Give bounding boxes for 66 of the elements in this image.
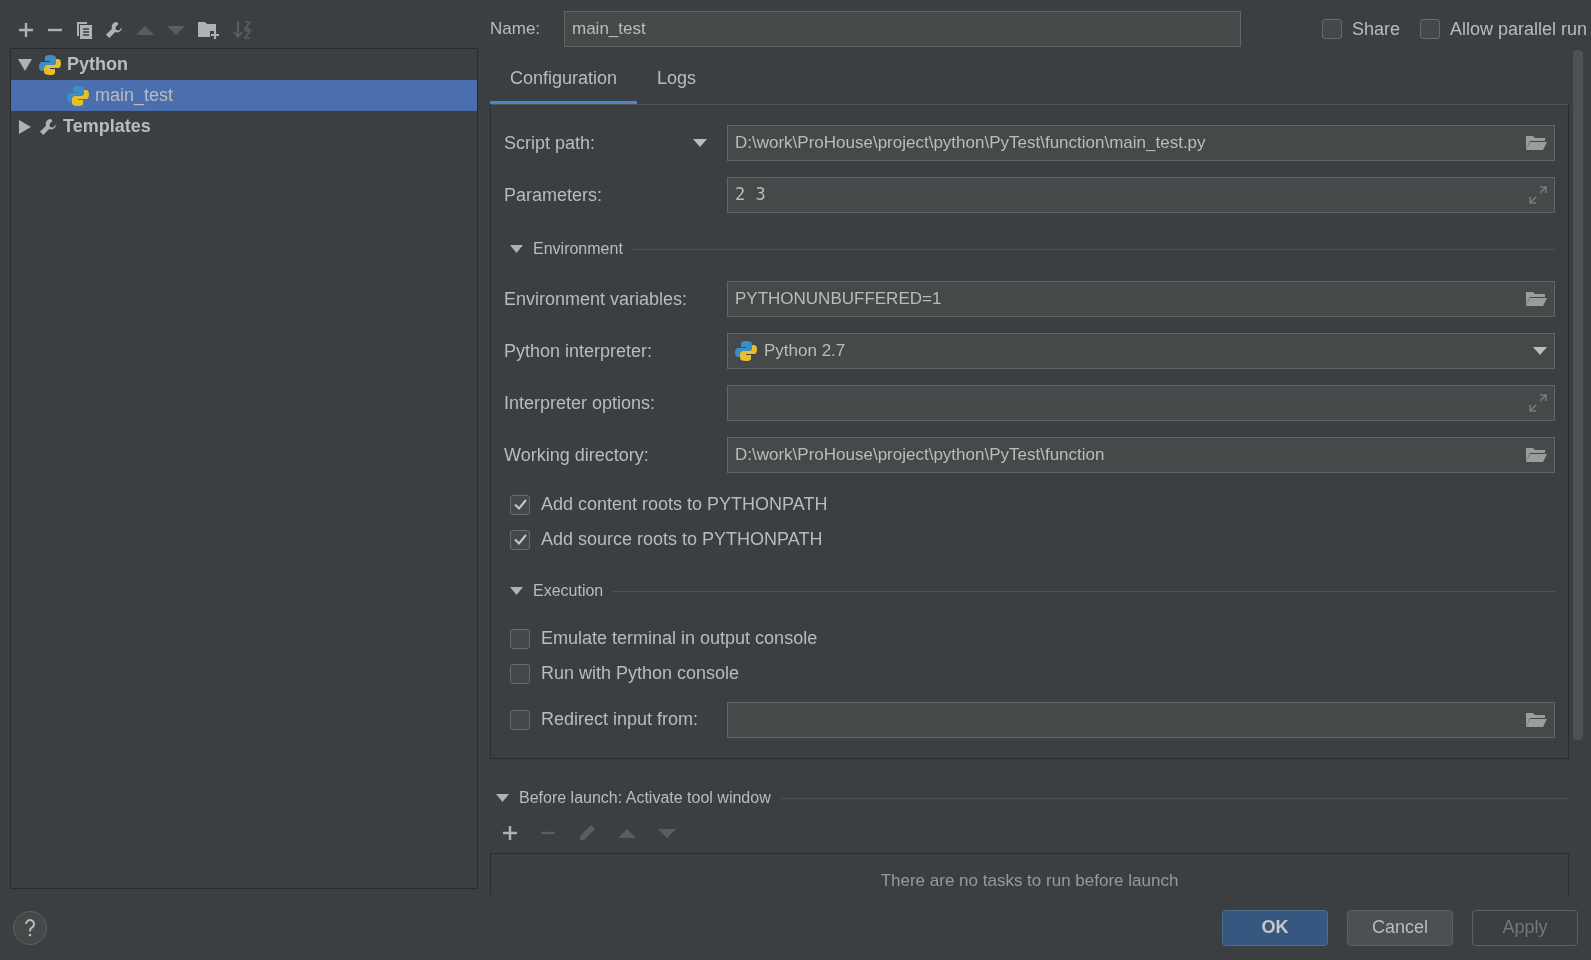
option-label[interactable]: Share bbox=[1351, 15, 1400, 43]
checkmark-icon bbox=[513, 534, 527, 545]
minus-icon[interactable] bbox=[47, 28, 63, 32]
input-field[interactable]: 2 3 bbox=[727, 177, 1555, 213]
python-icon bbox=[735, 340, 757, 362]
dropdown-arrow-icon[interactable] bbox=[1533, 347, 1547, 355]
folder-icon[interactable] bbox=[1525, 291, 1547, 307]
tree-item[interactable]: Templates bbox=[11, 111, 477, 142]
checkbox-label[interactable]: Add source roots to PYTHONPATH bbox=[541, 526, 823, 553]
checkbox-label[interactable]: Run with Python console bbox=[541, 660, 740, 687]
checkbox[interactable] bbox=[510, 663, 530, 684]
expand-icon[interactable] bbox=[1529, 394, 1547, 412]
checkbox[interactable] bbox=[510, 494, 530, 515]
checkbox[interactable] bbox=[1419, 19, 1440, 39]
input-field[interactable]: D:\work\ProHouse\project\python\PyTest\function bbox=[727, 437, 1555, 473]
expand-arrow-icon[interactable] bbox=[496, 794, 509, 802]
name-label: Name: bbox=[490, 18, 542, 41]
checkbox[interactable] bbox=[510, 709, 530, 730]
dropdown-arrow-icon[interactable] bbox=[693, 139, 707, 147]
tab[interactable]: Configuration bbox=[490, 56, 638, 104]
expand-arrow-icon[interactable] bbox=[510, 587, 523, 595]
question-mark-icon bbox=[24, 918, 36, 937]
empty-message: There are no tasks to run before launch bbox=[880, 869, 1179, 892]
tree-item[interactable]: Python bbox=[11, 49, 477, 80]
input-field[interactable]: D:\work\ProHouse\project\python\PyTest\function\main_test.py bbox=[727, 125, 1555, 161]
folder-plus-icon[interactable] bbox=[198, 21, 220, 39]
checkmark-icon bbox=[513, 499, 527, 510]
checkbox-label[interactable]: Emulate terminal in output console bbox=[541, 625, 818, 652]
input-field[interactable]: PYTHONUNBUFFERED=1 bbox=[727, 281, 1555, 317]
wrench-icon[interactable] bbox=[39, 117, 57, 136]
python-icon bbox=[67, 84, 89, 107]
field-label: Script path: bbox=[504, 131, 596, 155]
wrench-icon[interactable] bbox=[105, 21, 123, 39]
input-field[interactable] bbox=[727, 385, 1555, 421]
dialog-button[interactable]: OK bbox=[1222, 909, 1328, 946]
folder-icon[interactable] bbox=[1525, 711, 1547, 728]
dialog-button[interactable]: Cancel bbox=[1347, 909, 1453, 946]
checkbox[interactable] bbox=[510, 529, 530, 550]
folder-icon[interactable] bbox=[1525, 447, 1547, 463]
option-label[interactable]: Allow parallel run bbox=[1449, 15, 1587, 43]
field-label: Parameters: bbox=[504, 183, 603, 207]
checkbox-label[interactable]: Add content roots to PYTHONPATH bbox=[541, 491, 828, 518]
field-label: Environment variables: bbox=[504, 287, 688, 311]
expand-arrow-icon[interactable] bbox=[510, 245, 523, 253]
copy-icon[interactable] bbox=[76, 21, 92, 39]
folder-icon[interactable] bbox=[1525, 135, 1547, 151]
plus-icon[interactable] bbox=[502, 825, 518, 841]
input-field[interactable] bbox=[727, 701, 1555, 738]
dropdown-field[interactable]: Python 2.7 bbox=[727, 333, 1555, 369]
field-label: Interpreter options: bbox=[504, 391, 656, 415]
checkbox[interactable] bbox=[1321, 19, 1342, 39]
field-label: Working directory: bbox=[504, 443, 649, 467]
name-field[interactable]: main_test bbox=[564, 11, 1241, 47]
section-title: Before launch: Activate tool window bbox=[519, 788, 771, 808]
help-button[interactable] bbox=[13, 910, 47, 945]
checkbox-label[interactable]: Redirect input from: bbox=[541, 706, 699, 733]
python-icon bbox=[39, 53, 61, 76]
checkbox[interactable] bbox=[510, 628, 530, 649]
tab[interactable]: Logs bbox=[637, 56, 717, 104]
collapse-arrow-icon[interactable] bbox=[19, 119, 31, 134]
plus-icon[interactable] bbox=[18, 22, 34, 38]
field-label: Python interpreter: bbox=[504, 339, 653, 363]
section-title: Execution bbox=[533, 581, 604, 601]
expand-icon[interactable] bbox=[1529, 186, 1547, 204]
expand-arrow-icon[interactable] bbox=[18, 58, 32, 71]
section-title: Environment bbox=[533, 239, 623, 259]
